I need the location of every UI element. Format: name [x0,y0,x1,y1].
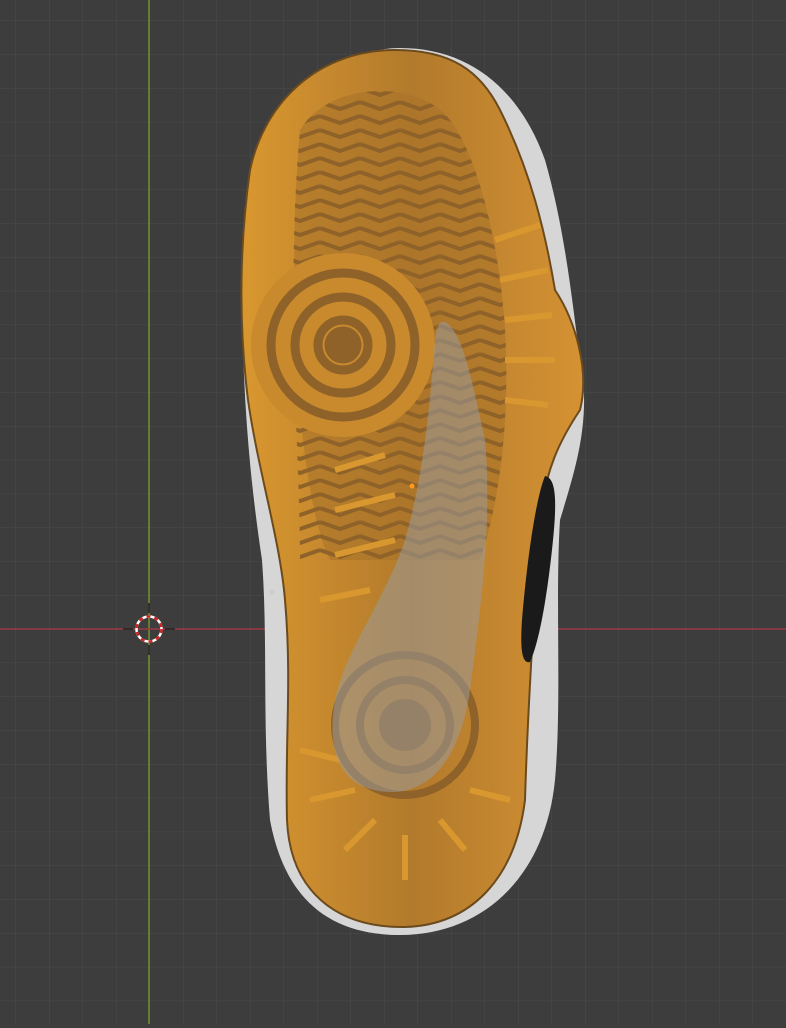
object-origin-icon [409,483,415,489]
lace-tip [269,589,275,595]
3d-viewport[interactable] [0,0,786,1024]
shoe-model[interactable] [240,48,585,935]
forefoot-pivot-circles [251,253,435,437]
